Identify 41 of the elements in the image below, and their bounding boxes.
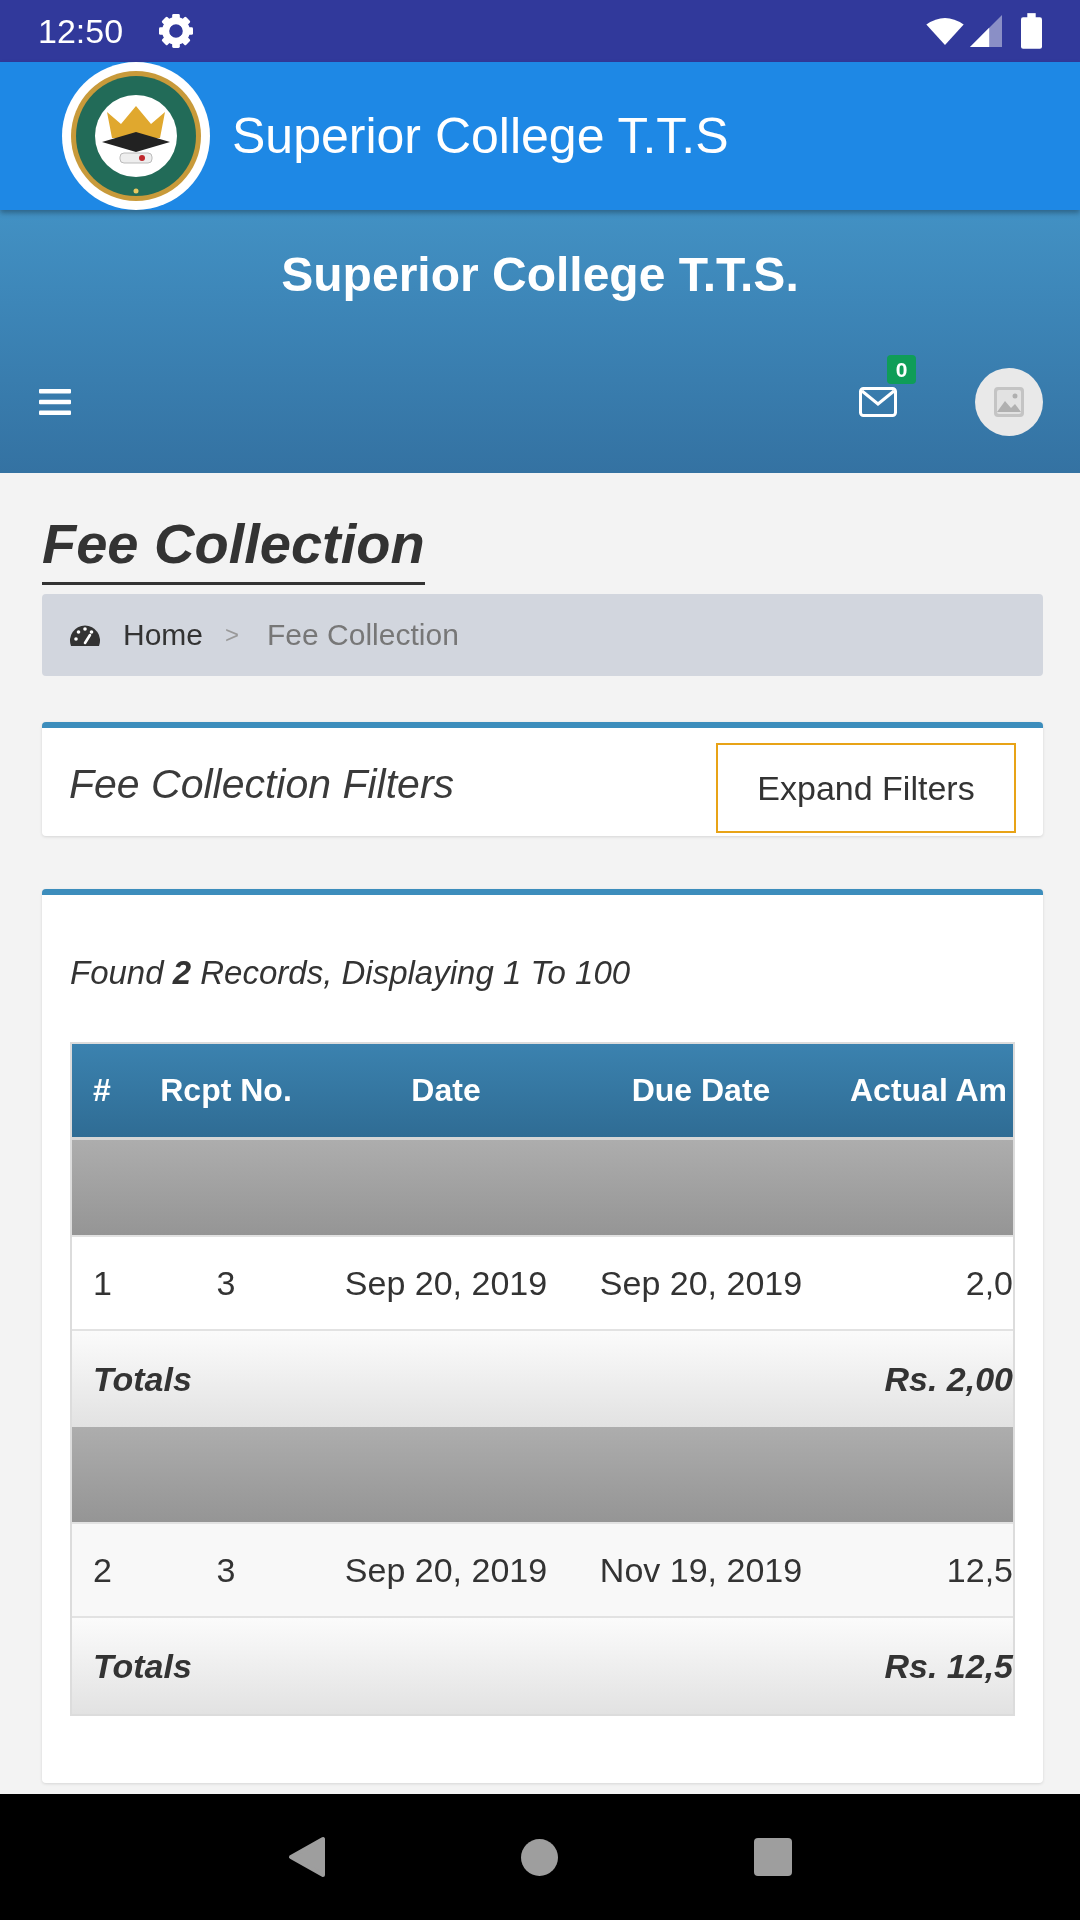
totals-amount: Rs. 12,5 xyxy=(884,1646,1013,1686)
table-cell-text: 2,0 xyxy=(964,1263,1013,1303)
breadcrumb-separator: > xyxy=(225,621,240,649)
table-cell-text: 12,5 xyxy=(945,1550,1013,1590)
column-header: Date xyxy=(410,1072,482,1109)
message-count-badge: 0 xyxy=(887,355,916,384)
wifi-icon xyxy=(926,17,964,45)
table-cell-text: 2 xyxy=(92,1550,113,1590)
table-cell-text: 1 xyxy=(92,1263,113,1303)
home-icon[interactable] xyxy=(521,1838,559,1876)
card-title: Fee Collection Filters xyxy=(69,760,455,808)
profile-picture-icon[interactable] xyxy=(975,368,1043,436)
table-cell-text: Sep 20, 2019 xyxy=(343,1263,549,1303)
menu-icon[interactable] xyxy=(39,389,71,415)
column-header: Rcpt No. xyxy=(159,1072,293,1109)
table-cell-text: Sep 20, 2019 xyxy=(343,1550,549,1590)
signal-icon xyxy=(970,15,1002,47)
battery-icon xyxy=(1021,13,1042,49)
site-title: Superior College T.T.S. xyxy=(281,247,799,303)
table-cell-text: 3 xyxy=(215,1550,237,1590)
table-cell-text: Nov 19, 2019 xyxy=(598,1550,804,1590)
table-cell-text: 3 xyxy=(215,1263,237,1303)
column-header: Due Date xyxy=(630,1072,772,1109)
totals-label: Totals xyxy=(93,1359,192,1399)
totals-label: Totals xyxy=(93,1646,192,1686)
status-time: 12:50 xyxy=(38,11,124,51)
page-title: Fee Collection xyxy=(42,510,425,585)
expand-filters-button[interactable]: Expand Filters xyxy=(716,743,1016,833)
app-title: Superior College T.T.S xyxy=(232,107,729,165)
mail-icon[interactable] xyxy=(859,387,897,417)
breadcrumb-link[interactable]: Home xyxy=(123,618,204,652)
table-cell-text: Sep 20, 2019 xyxy=(598,1263,804,1303)
totals-amount: Rs. 2,00 xyxy=(884,1359,1013,1399)
settings-icon xyxy=(159,14,194,48)
records-summary: Found 2 Records, Displaying 1 To 100 xyxy=(70,953,632,993)
column-header: Actual Am xyxy=(849,1072,1009,1109)
crown-crest-icon xyxy=(62,62,210,210)
back-icon[interactable] xyxy=(287,1836,326,1878)
breadcrumb-current: Fee Collection xyxy=(267,618,459,652)
column-header: # xyxy=(92,1072,112,1109)
recents-icon[interactable] xyxy=(754,1838,793,1876)
